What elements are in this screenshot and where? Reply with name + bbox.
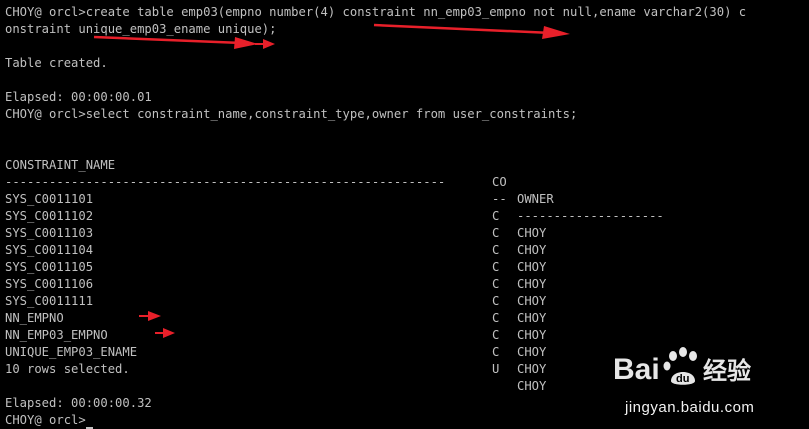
row-owner: CHOY <box>517 379 547 393</box>
command-line-create-part1: CHOY@ orcl>create table emp03(empno numb… <box>5 5 747 19</box>
watermark-url: jingyan.baidu.com <box>625 399 755 416</box>
row-constraint-type: U <box>492 362 500 376</box>
row-owner: CHOY <box>517 345 547 359</box>
table-row: SYS_C0011106 C CHOY <box>5 259 809 325</box>
command-line-select: CHOY@ orcl>select constraint_name,constr… <box>5 107 578 121</box>
command-line-create-part2: onstraint unique_emp03_ename unique); <box>5 22 277 36</box>
svg-text:Bai: Bai <box>613 353 660 386</box>
table-row: NN_EMP03_EMPNO C CHOY <box>5 310 809 376</box>
table-row: SYS_C0011104 C CHOY <box>5 225 809 291</box>
table-row: UNIQUE_EMP03_ENAME U CHOY <box>5 327 809 393</box>
table-row: SYS_C0011105 C CHOY <box>5 242 809 308</box>
table-row: SYS_C0011111 C CHOY <box>5 276 809 342</box>
row-constraint-name: UNIQUE_EMP03_ENAME <box>5 345 138 359</box>
row-constraint-type: C <box>492 345 500 359</box>
watermark: Bai du 经验 jingyan.baidu.com <box>613 345 763 423</box>
table-row: SYS_C0011101 C CHOY <box>5 174 809 240</box>
table-row: NN_EMPNO C CHOY <box>5 293 809 359</box>
svg-text:du: du <box>676 373 689 385</box>
table-row: SYS_C0011102 C CHOY <box>5 191 809 257</box>
elapsed-time-1: Elapsed: 00:00:00.01 <box>5 90 152 104</box>
svg-text:经验: 经验 <box>703 357 751 385</box>
result-separator-row: ----------------------------------------… <box>5 157 809 223</box>
table-row: SYS_C0011103 C CHOY <box>5 208 809 274</box>
baidu-jingyan-logo-icon: Bai du 经验 <box>613 347 751 386</box>
prompt-text: CHOY@ orcl> <box>5 413 86 427</box>
table-created-message: Table created. <box>5 56 108 70</box>
row-owner: CHOY <box>517 362 547 376</box>
result-header-row: CONSTRAINT_NAME CO OWNER <box>5 140 809 206</box>
